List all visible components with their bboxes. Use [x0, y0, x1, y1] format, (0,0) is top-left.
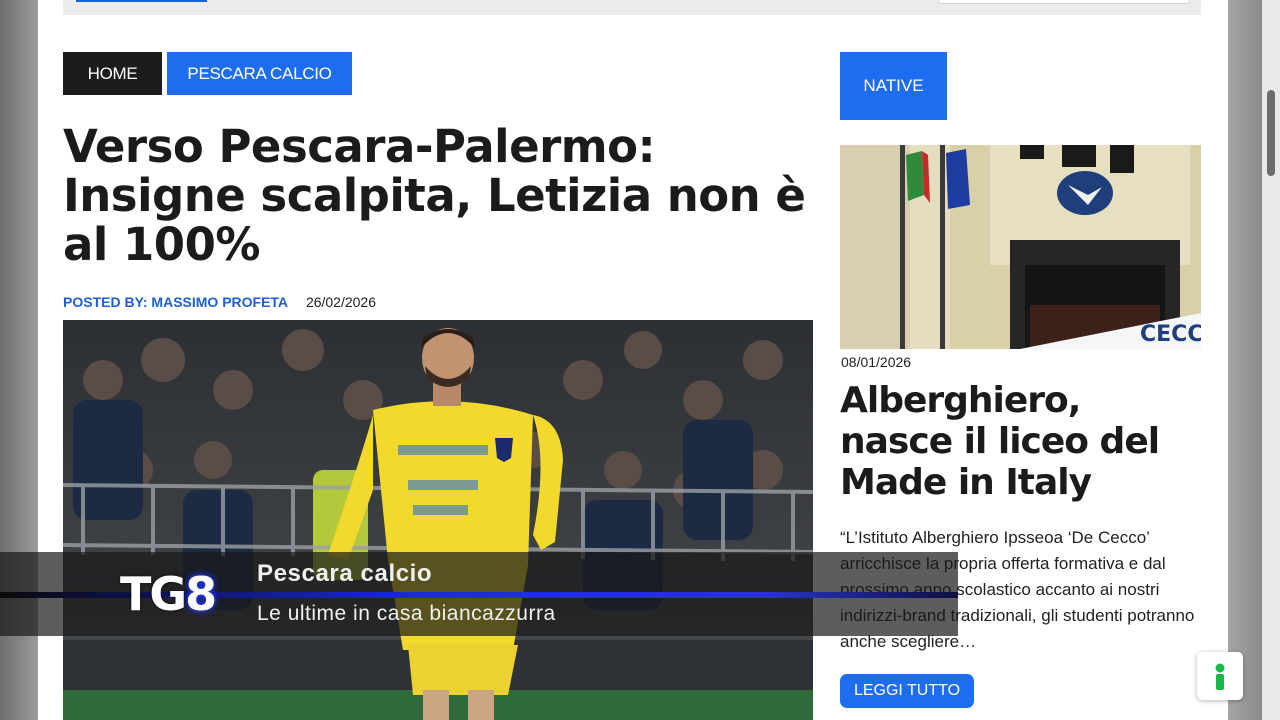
tg8-logo-tg: TG: [120, 567, 187, 621]
football-player-photo: [63, 320, 813, 720]
breadcrumb-category[interactable]: PESCARA CALCIO: [167, 52, 352, 95]
accessibility-button[interactable]: [1197, 652, 1243, 700]
search-input[interactable]: [938, 0, 1190, 4]
article-date: 26/02/2026: [305, 294, 377, 310]
article-meta: POSTED BY: MASSIMO PROFETA 26/02/2026: [63, 294, 376, 310]
school-building-photo: CECCO: [840, 145, 1201, 349]
top-navigation-bar: [63, 0, 1201, 15]
sidebar-post-image[interactable]: CECCO: [840, 145, 1201, 349]
tv-lower-third-title: Pescara calcio: [257, 560, 433, 587]
accessibility-icon: [1215, 663, 1225, 690]
tg8-logo: TG8: [120, 567, 217, 621]
native-badge[interactable]: NATIVE: [840, 52, 947, 120]
scrollbar-thumb[interactable]: [1267, 90, 1275, 176]
tg8-logo-number: 8: [185, 567, 217, 621]
tv-lower-third-subtitle: Le ultime in casa biancazzurra: [257, 602, 556, 625]
breadcrumb-home[interactable]: HOME: [63, 52, 162, 95]
sidebar-post-title[interactable]: Alberghiero, nasce il liceo del Made in …: [840, 380, 1202, 503]
active-menu-indicator: [76, 0, 207, 2]
article-hero-image: [63, 320, 813, 720]
read-more-button[interactable]: LEGGI TUTTO: [840, 674, 974, 708]
sidebar-post-date: 08/01/2026: [841, 354, 912, 370]
article-title: Verso Pescara-Palermo: Insigne scalpita,…: [63, 120, 806, 271]
svg-text:CECCO: CECCO: [1140, 322, 1201, 347]
article-author[interactable]: POSTED BY: MASSIMO PROFETA: [63, 294, 288, 310]
